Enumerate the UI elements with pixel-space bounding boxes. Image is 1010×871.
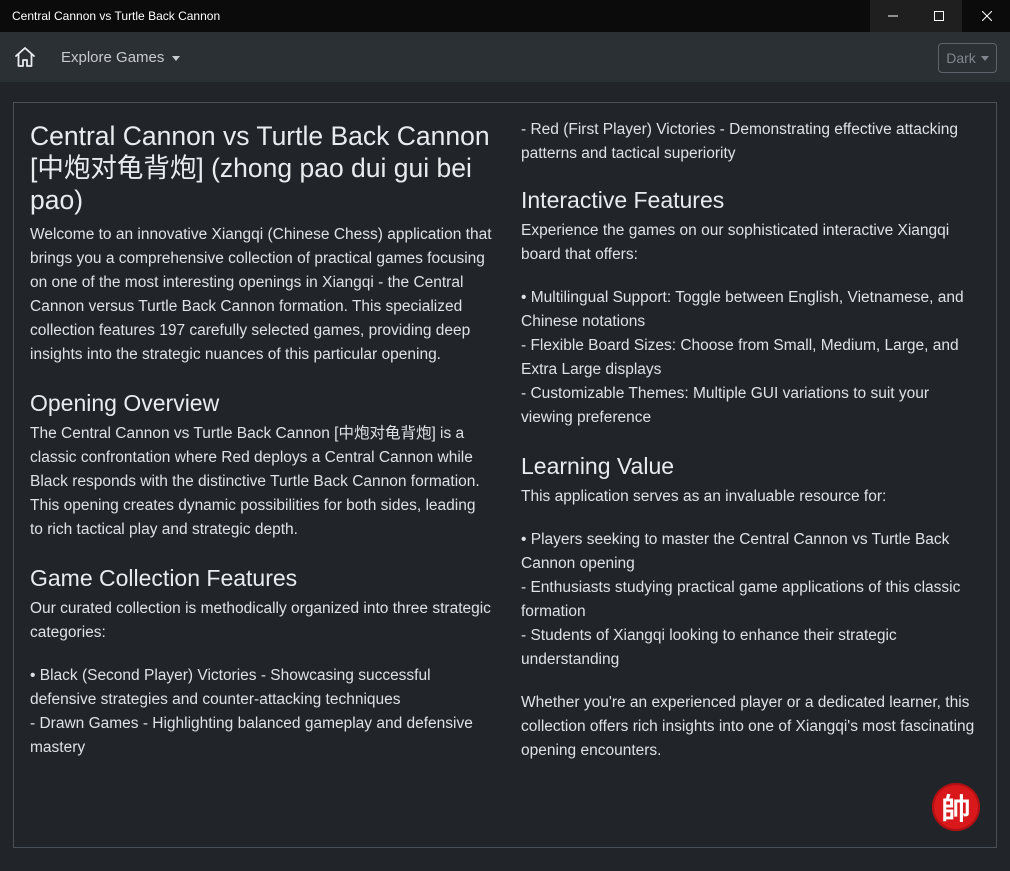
minimize-icon	[888, 15, 898, 17]
description-panel: Central Cannon vs Turtle Back Cannon [中炮…	[13, 102, 997, 848]
game-collection-intro: Our curated collection is methodically o…	[30, 600, 491, 641]
learning-players: • Players seeking to master the Central …	[521, 531, 950, 572]
category-drawn-games: - Drawn Games - Highlighting balanced ga…	[30, 715, 473, 756]
category-black-victories: • Black (Second Player) Victories - Show…	[30, 667, 431, 708]
intro-paragraph: Welcome to an innovative Xiangqi (Chines…	[30, 226, 492, 363]
closing-paragraph: Whether you're an experienced player or …	[521, 694, 975, 759]
maximize-icon	[934, 11, 944, 21]
interactive-features-intro: Experience the games on our sophisticate…	[521, 222, 950, 263]
title-bar: Central Cannon vs Turtle Back Cannon	[0, 0, 1010, 32]
learning-enthusiasts: - Enthusiasts studying practical game ap…	[521, 579, 961, 620]
opening-overview-paragraph: The Central Cannon vs Turtle Back Cannon…	[30, 425, 480, 538]
learning-value-heading: Learning Value	[521, 453, 675, 479]
explore-games-dropdown[interactable]: Explore Games	[61, 49, 181, 66]
page-title: Central Cannon vs Turtle Back Cannon [中炮…	[30, 121, 490, 215]
explore-games-label: Explore Games	[61, 49, 165, 66]
game-collection-heading: Game Collection Features	[30, 565, 298, 591]
king-piece-glyph: 帥	[941, 792, 971, 826]
minimize-button[interactable]	[870, 0, 916, 32]
feature-multilingual: • Multilingual Support: Toggle between E…	[521, 289, 964, 330]
feature-themes: - Customizable Themes: Multiple GUI vari…	[521, 385, 930, 426]
close-icon	[982, 11, 992, 21]
learning-value-intro: This application serves as an invaluable…	[521, 488, 887, 505]
close-button[interactable]	[964, 0, 1010, 32]
opening-overview-heading: Opening Overview	[30, 390, 220, 416]
home-icon[interactable]	[13, 45, 37, 69]
interactive-features-heading: Interactive Features	[521, 187, 725, 213]
chevron-down-icon	[980, 56, 989, 61]
navbar: Explore Games Dark	[0, 32, 1010, 82]
chevron-down-icon	[172, 55, 181, 61]
feature-board-sizes: - Flexible Board Sizes: Choose from Smal…	[521, 337, 959, 378]
category-red-victories: - Red (First Player) Victories - Demonst…	[521, 121, 959, 162]
left-column: Central Cannon vs Turtle Back Cannon [中炮…	[30, 120, 492, 760]
xiangqi-king-piece-icon[interactable]: 帥	[932, 783, 980, 831]
window-title: Central Cannon vs Turtle Back Cannon	[12, 9, 221, 23]
right-column: - Red (First Player) Victories - Demonst…	[521, 118, 983, 763]
theme-label: Dark	[946, 50, 976, 66]
maximize-button[interactable]	[916, 0, 962, 32]
learning-students: - Students of Xiangqi looking to enhance…	[521, 627, 897, 668]
theme-dropdown[interactable]: Dark	[938, 43, 997, 73]
